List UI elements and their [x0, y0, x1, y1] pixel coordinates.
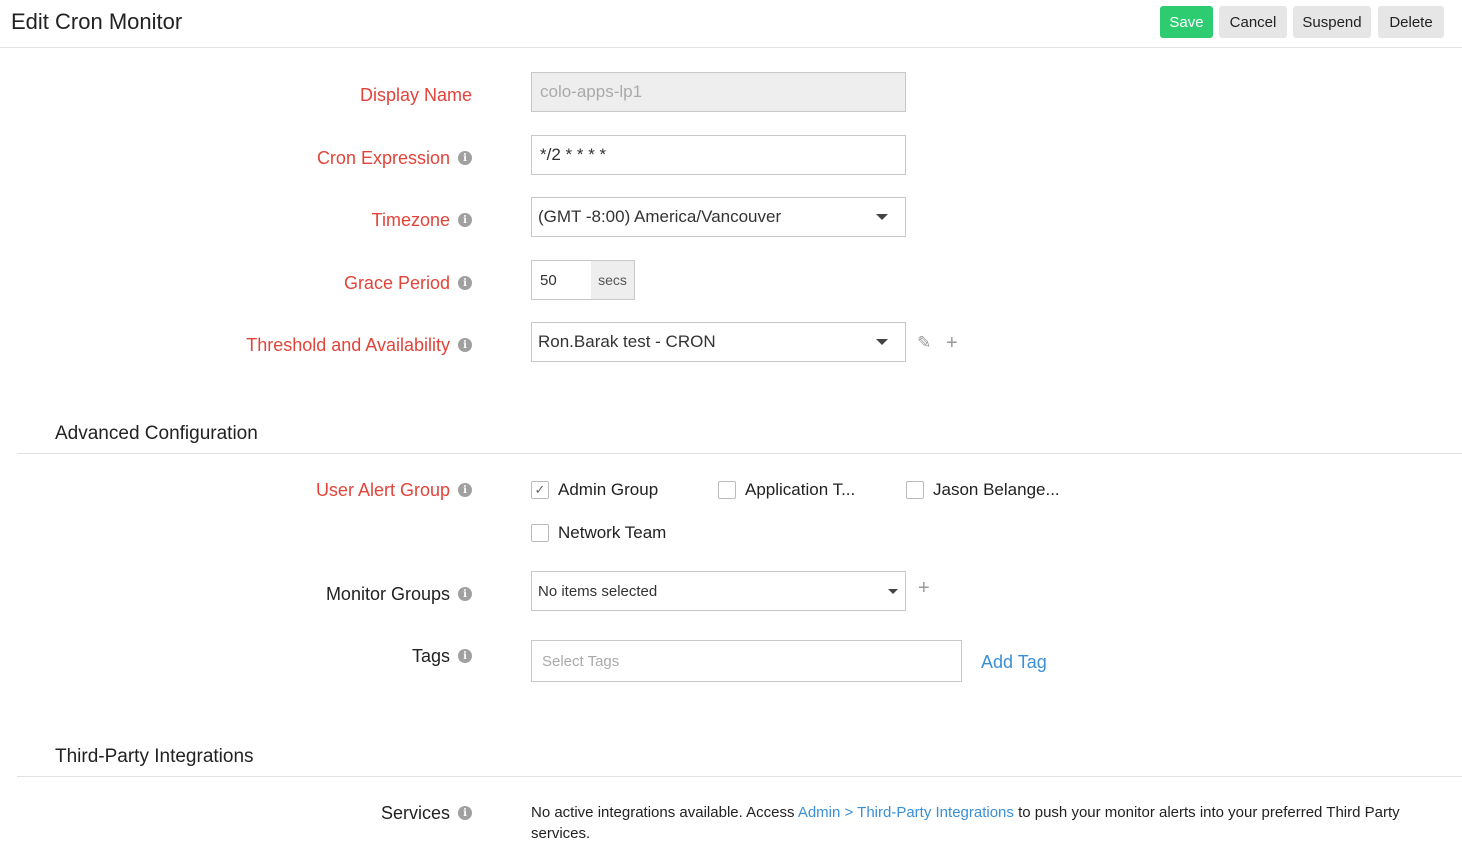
info-icon[interactable]: i — [458, 483, 472, 497]
delete-button[interactable]: Delete — [1378, 6, 1444, 38]
timezone-select[interactable]: (GMT -8:00) America/Vancouver — [531, 197, 906, 237]
tags-input[interactable]: Select Tags — [531, 640, 962, 682]
grace-period-input[interactable]: 50 — [531, 260, 592, 300]
info-icon[interactable]: i — [458, 338, 472, 352]
section-divider — [17, 776, 1462, 777]
checkbox[interactable] — [906, 481, 924, 499]
alert-group-application-checkbox[interactable]: Application T... — [718, 480, 855, 500]
info-icon[interactable]: i — [458, 213, 472, 227]
grace-period-unit: secs — [591, 260, 635, 300]
header-divider — [0, 47, 1462, 48]
alert-group-admin-checkbox[interactable]: ✓ Admin Group — [531, 480, 658, 500]
info-icon[interactable]: i — [458, 151, 472, 165]
timezone-label: Timezone i — [372, 208, 472, 232]
page-title: Edit Cron Monitor — [11, 9, 183, 34]
info-icon[interactable]: i — [458, 649, 472, 663]
chevron-down-icon — [888, 589, 898, 594]
grace-period-label: Grace Period i — [344, 271, 472, 295]
suspend-button[interactable]: Suspend — [1293, 6, 1371, 38]
cron-expression-input[interactable]: */2 * * * * — [531, 135, 906, 175]
third-party-integrations-link[interactable]: Admin > Third-Party Integrations — [798, 804, 1014, 821]
section-divider — [17, 453, 1462, 454]
display-name-field: colo-apps-lp1 — [531, 72, 906, 112]
checkmark-icon[interactable]: ✓ — [531, 481, 549, 499]
save-button[interactable]: Save — [1160, 6, 1213, 38]
info-icon[interactable]: i — [458, 806, 472, 820]
services-description: No active integrations available. Access… — [531, 804, 1400, 842]
advanced-configuration-heading: Advanced Configuration — [55, 423, 258, 444]
display-name-label: Display Name — [359, 84, 472, 105]
add-tag-link[interactable]: Add Tag — [981, 652, 1047, 673]
alert-group-jason-checkbox[interactable]: Jason Belange... — [906, 480, 1060, 500]
plus-icon[interactable]: + — [918, 578, 930, 598]
user-alert-group-label: User Alert Group i — [316, 478, 472, 502]
threshold-label: Threshold and Availability i — [246, 333, 472, 357]
tags-label: Tags i — [412, 644, 472, 668]
checkbox[interactable] — [718, 481, 736, 499]
monitor-groups-select[interactable]: No items selected — [531, 571, 906, 611]
cancel-button[interactable]: Cancel — [1219, 6, 1287, 38]
plus-icon[interactable]: + — [946, 333, 958, 353]
chevron-down-icon — [876, 339, 888, 345]
alert-group-network-checkbox[interactable]: Network Team — [531, 523, 666, 543]
pencil-icon[interactable]: ✎ — [917, 333, 931, 353]
checkbox[interactable] — [531, 524, 549, 542]
third-party-integrations-heading: Third-Party Integrations — [55, 746, 254, 767]
threshold-select[interactable]: Ron.Barak test - CRON — [531, 322, 906, 362]
services-label: Services i — [381, 801, 472, 825]
chevron-down-icon — [876, 214, 888, 220]
info-icon[interactable]: i — [458, 276, 472, 290]
cron-expression-label: Cron Expression i — [317, 146, 472, 170]
info-icon[interactable]: i — [458, 587, 472, 601]
monitor-groups-label: Monitor Groups i — [326, 582, 472, 606]
